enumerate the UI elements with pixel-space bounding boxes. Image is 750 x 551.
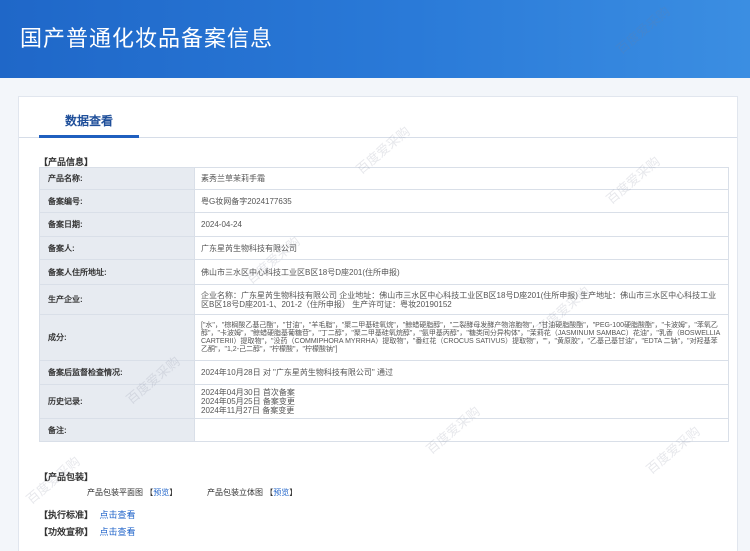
table-row: 备案人: 广东星芮生物科技有限公司: [39, 236, 729, 260]
row-key: 产品名称:: [39, 167, 195, 190]
table-row: 产品名称: 素秀兰草茉莉手霜: [39, 167, 729, 190]
table-row: 历史记录: 2024年04月30日 首次备案 2024年05月25日 备案变更 …: [39, 384, 729, 419]
packaging-item-3d: 产品包装立体图 【预览】: [207, 488, 298, 497]
row-key: 成分:: [39, 314, 195, 361]
packaging-item-label: 产品包装平面图: [87, 488, 143, 497]
ingredients-value: ["水"，"棕榈酸乙基己酯"，"甘油"，"羊毛脂"，"聚二甲基硅氧烷"，"鲸蜡硬…: [194, 314, 729, 361]
preview-flat-link[interactable]: 预览: [153, 488, 169, 497]
efficacy-view-link[interactable]: 点击查看: [100, 527, 136, 537]
row-key: 备案后监督检查情况:: [39, 360, 195, 385]
standard-row: 【执行标准】 点击查看: [39, 508, 136, 521]
filer-address-value: 佛山市三水区中心科技工业区B区18号D座201(住所申报): [194, 259, 729, 285]
page-title: 国产普通化妆品备案信息: [20, 26, 274, 51]
product-info-table: 产品名称: 素秀兰草茉莉手霜 备案编号: 粤G妆网备字2024177635 备案…: [39, 167, 729, 442]
history-entry: 2024年11月27日 备案变更: [201, 406, 295, 415]
history-value: 2024年04月30日 首次备案 2024年05月25日 备案变更 2024年1…: [194, 384, 729, 419]
packaging-label: 【产品包装】: [39, 472, 94, 482]
row-key: 生产企业:: [39, 284, 195, 315]
standard-view-link[interactable]: 点击查看: [100, 510, 136, 520]
standard-label: 【执行标准】: [39, 510, 94, 520]
content-panel: 数据查看 【产品信息】 产品名称: 素秀兰草茉莉手霜 备案编号: 粤G妆网备字2…: [18, 96, 738, 551]
row-key: 备案人住所地址:: [39, 259, 195, 285]
preview-3d-link[interactable]: 预览: [273, 488, 289, 497]
table-row: 成分: ["水"，"棕榈酸乙基己酯"，"甘油"，"羊毛脂"，"聚二甲基硅氧烷"，…: [39, 314, 729, 361]
table-row: 备案日期: 2024-04-24: [39, 212, 729, 237]
filing-number-value: 粤G妆网备字2024177635: [194, 189, 729, 213]
packaging-item-label: 产品包装立体图: [207, 488, 263, 497]
remarks-value: [194, 418, 729, 442]
efficacy-row: 【功效宣称】 点击查看: [39, 525, 136, 538]
filer-value: 广东星芮生物科技有限公司: [194, 236, 729, 260]
efficacy-label: 【功效宣称】: [39, 527, 94, 537]
row-key: 备案人:: [39, 236, 195, 260]
history-entry: 2024年05月25日 备案变更: [201, 397, 295, 406]
inspection-value: 2024年10月28日 对 "广东星芮生物科技有限公司" 通过: [194, 360, 729, 385]
manufacturer-value: 企业名称：广东星芮生物科技有限公司 企业地址：佛山市三水区中心科技工业区B区18…: [194, 284, 729, 315]
table-row: 备案后监督检查情况: 2024年10月28日 对 "广东星芮生物科技有限公司" …: [39, 360, 729, 385]
product-name-value: 素秀兰草茉莉手霜: [194, 167, 729, 190]
row-key: 备案日期:: [39, 212, 195, 237]
row-key: 历史记录:: [39, 384, 195, 419]
tab-data-view[interactable]: 数据查看: [39, 97, 139, 138]
table-row: 生产企业: 企业名称：广东星芮生物科技有限公司 企业地址：佛山市三水区中心科技工…: [39, 284, 729, 315]
tab-bar: 数据查看: [19, 97, 737, 138]
table-row: 备注:: [39, 418, 729, 442]
filing-date-value: 2024-04-24: [194, 212, 729, 237]
history-entry: 2024年04月30日 首次备案: [201, 388, 295, 397]
row-key: 备注:: [39, 418, 195, 442]
row-key: 备案编号:: [39, 189, 195, 213]
page-header: 国产普通化妆品备案信息: [0, 0, 750, 78]
table-row: 备案人住所地址: 佛山市三水区中心科技工业区B区18号D座201(住所申报): [39, 259, 729, 285]
packaging-item-flat: 产品包装平面图 【预览】: [87, 488, 178, 497]
table-row: 备案编号: 粤G妆网备字2024177635: [39, 189, 729, 213]
